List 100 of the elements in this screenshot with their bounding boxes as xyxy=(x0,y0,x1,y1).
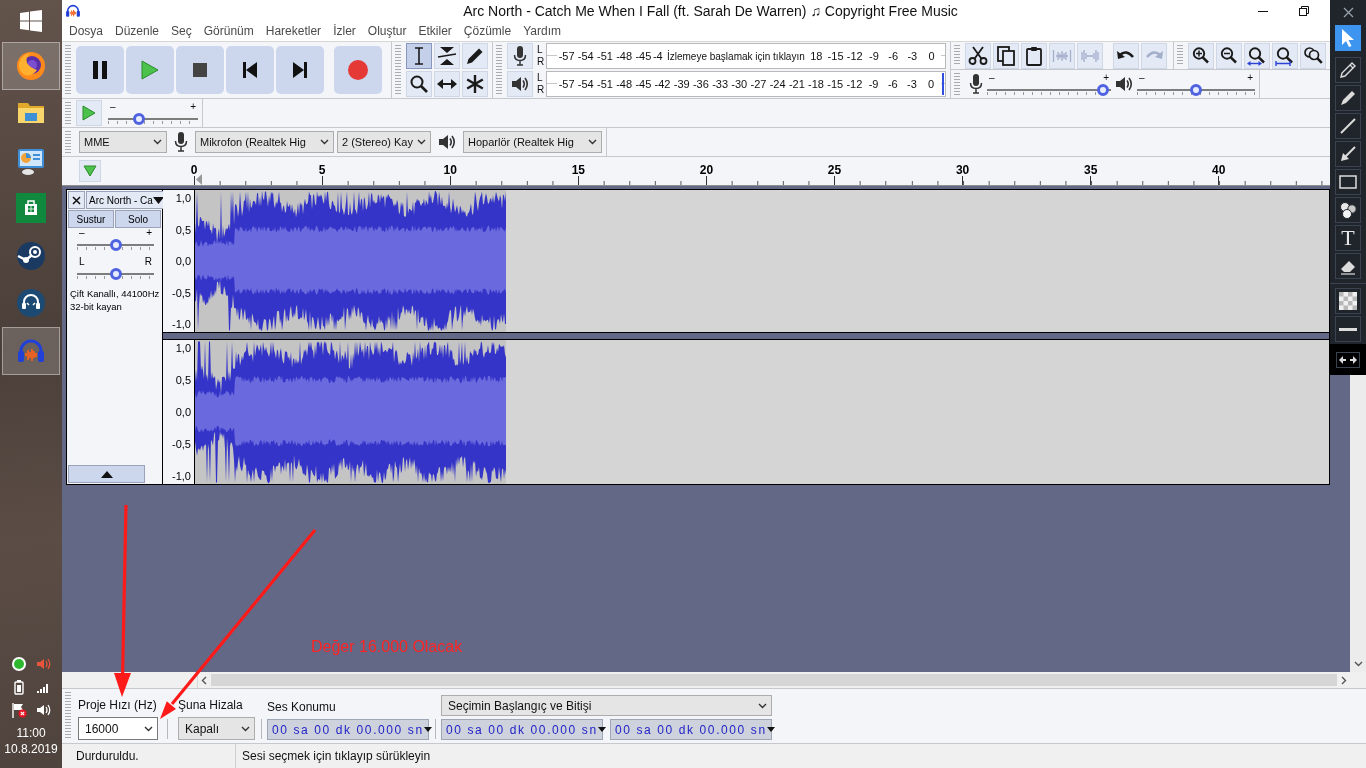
slider-thumb[interactable] xyxy=(109,239,122,251)
tool-button[interactable] xyxy=(434,43,460,69)
timeline-play-button[interactable] xyxy=(79,160,101,182)
tool-button[interactable] xyxy=(406,71,432,97)
record-button[interactable] xyxy=(334,46,382,94)
menu-item[interactable]: Etkiler xyxy=(412,23,458,40)
toolbar-grip[interactable] xyxy=(496,45,502,95)
fill-style-button[interactable] xyxy=(1335,288,1361,314)
draw-tool-button[interactable] xyxy=(1335,169,1361,195)
draw-tool-button[interactable] xyxy=(1335,57,1361,83)
tool-button[interactable] xyxy=(462,43,488,69)
fit-project-button[interactable] xyxy=(1272,42,1298,69)
menu-item[interactable]: Dosya xyxy=(63,23,109,40)
menu-item[interactable]: Yardım xyxy=(517,23,567,40)
meter-tick-label: -48 xyxy=(614,77,634,91)
minus-label: – xyxy=(989,72,995,83)
draw-tool-button[interactable]: T xyxy=(1335,225,1361,251)
recording-device-dropdown[interactable]: Mikrofon (Realtek Hig xyxy=(195,131,334,153)
ruler-label: 25 xyxy=(827,163,842,177)
zoom-toggle-button[interactable] xyxy=(1300,42,1326,69)
flag-error-icon[interactable] xyxy=(11,702,27,718)
tool-button[interactable] xyxy=(406,43,432,69)
scrollbar-thumb[interactable] xyxy=(211,674,1337,686)
monitor-prompt[interactable]: İzlemeye başlamak için tıklayın xyxy=(664,49,807,63)
skip-to-start-button[interactable] xyxy=(226,46,274,94)
recording-channels-dropdown[interactable]: 2 (Stereo) Kay xyxy=(337,131,431,153)
tool-button[interactable] xyxy=(434,71,460,97)
time-ruler[interactable]: 0 5 10 15 20 25 30 35 40 xyxy=(130,157,1330,185)
dot-ring-icon[interactable] xyxy=(11,656,27,672)
toolbar-grip[interactable] xyxy=(954,45,960,66)
meter-tick-label: -3 xyxy=(902,77,922,91)
line-width-button[interactable] xyxy=(1335,316,1361,342)
paste-button[interactable] xyxy=(1021,42,1047,69)
collapse-button[interactable] xyxy=(68,465,145,483)
minus-label: – xyxy=(1139,72,1145,83)
draw-tool-button[interactable] xyxy=(1335,197,1361,223)
audio-host-dropdown[interactable]: MME xyxy=(79,131,167,153)
skip-to-end-button[interactable] xyxy=(276,46,324,94)
slider-thumb[interactable] xyxy=(1096,83,1109,96)
record-icon xyxy=(348,60,368,80)
chevron-right-icon xyxy=(1341,675,1347,685)
window-panes-icon[interactable] xyxy=(20,10,42,32)
draw-tool-button[interactable] xyxy=(1335,253,1361,279)
zoom-in-button[interactable] xyxy=(1188,42,1214,69)
meter-tick-label: -42 xyxy=(652,77,673,91)
menu-item[interactable]: Görünüm xyxy=(197,23,260,40)
menu-item[interactable]: Seç xyxy=(165,23,198,40)
expand-button[interactable] xyxy=(1336,351,1360,368)
horizontal-scrollbar[interactable] xyxy=(198,672,1350,688)
menu-item[interactable]: Hareketler xyxy=(259,23,328,40)
ruler-label: 20 xyxy=(699,163,714,177)
solo-button[interactable]: Solo xyxy=(115,210,161,228)
track-name-menu[interactable]: Arc North - Ca xyxy=(86,191,166,209)
menu-item[interactable]: Çözümle xyxy=(457,23,518,40)
draw-tool-button[interactable] xyxy=(1335,113,1361,139)
pencil-icon xyxy=(1339,61,1357,79)
snap-to-dropdown[interactable]: Kapalı xyxy=(178,717,255,740)
selection-end-field[interactable]: 00 sa 00 dk 00.000 sn xyxy=(610,719,772,740)
slider-thumb[interactable] xyxy=(1190,83,1202,96)
slider-thumb[interactable] xyxy=(132,112,145,125)
selection-mode-dropdown[interactable]: Seçimin Başlangıç ve Bitişi xyxy=(441,695,772,716)
record-meter-button[interactable] xyxy=(507,43,533,69)
pause-button[interactable] xyxy=(76,46,124,94)
taskbar-app-button[interactable] xyxy=(2,42,60,90)
undo-button[interactable] xyxy=(1113,42,1139,69)
audio-position-field[interactable]: 00 sa 00 dk 00.000 sn xyxy=(267,719,429,740)
project-rate-dropdown[interactable]: 16000 xyxy=(78,717,158,740)
toolbar-grip[interactable] xyxy=(954,73,960,95)
toolbar-grip[interactable] xyxy=(65,45,71,95)
play-at-speed-button[interactable] xyxy=(76,100,102,126)
battery-icon[interactable] xyxy=(11,679,27,695)
toolbar-grip[interactable] xyxy=(65,131,71,153)
toolbar-grip[interactable] xyxy=(395,45,401,95)
tool-button[interactable] xyxy=(462,71,488,97)
toolbar-grip[interactable] xyxy=(65,692,71,740)
draw-tool-button[interactable] xyxy=(1335,141,1361,167)
speaker-icon[interactable] xyxy=(35,702,51,718)
speaker-icon xyxy=(511,75,529,93)
zoom-out-button[interactable] xyxy=(1216,42,1242,69)
track-close-button[interactable] xyxy=(68,191,85,209)
playback-meter-button[interactable] xyxy=(507,71,533,97)
menu-item[interactable]: Düzenle xyxy=(109,23,166,40)
meter-tick-label: -27 xyxy=(748,77,769,91)
checkerboard-icon xyxy=(1339,292,1357,310)
fit-selection-button[interactable] xyxy=(1244,42,1270,69)
selection-start-field[interactable]: 00 sa 00 dk 00.000 sn xyxy=(441,719,603,740)
menu-item[interactable]: İzler xyxy=(327,23,362,40)
toolbar-grip[interactable] xyxy=(1177,45,1183,66)
cursor-icon xyxy=(1340,28,1356,48)
close-icon[interactable] xyxy=(1342,7,1354,18)
draw-tool-button[interactable] xyxy=(1335,85,1361,111)
copy-button[interactable] xyxy=(993,42,1019,69)
mute-button[interactable]: Sustur xyxy=(68,210,114,228)
playback-device-dropdown[interactable]: Hoparlör (Realtek Hig xyxy=(463,131,602,153)
skip-start-icon xyxy=(243,62,257,78)
slider-thumb[interactable] xyxy=(109,268,122,280)
menu-item[interactable]: Oluştur xyxy=(361,23,413,40)
toolbar-grip[interactable] xyxy=(65,102,71,124)
stop-button[interactable] xyxy=(176,46,224,94)
cut-button[interactable] xyxy=(965,42,991,69)
